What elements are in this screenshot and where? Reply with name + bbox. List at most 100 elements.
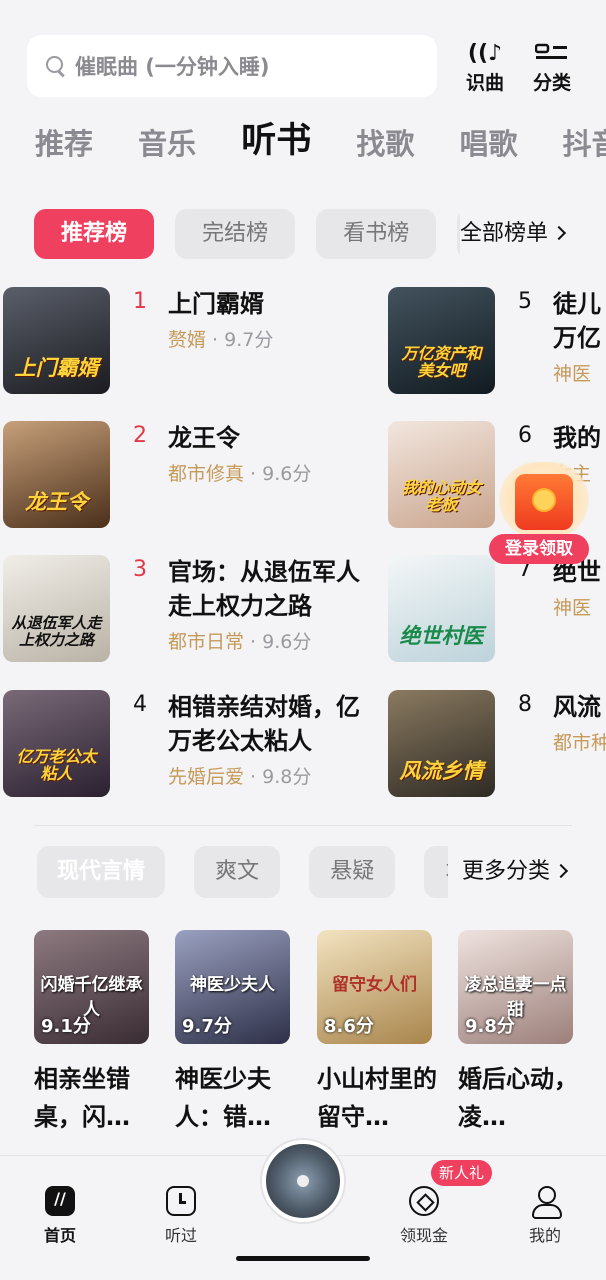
cover-text: 龙王令 [25, 489, 88, 514]
book-title: 相亲坐错桌，闪… [34, 1065, 130, 1131]
ranking-item-5[interactable]: 万亿资产和美女吧 5 徒儿万亿 神医 [388, 287, 606, 397]
all-rankings-label: 全部榜单 [460, 221, 549, 246]
book-score: 8.6分 [324, 1016, 374, 1037]
book-card-2[interactable]: 神医少夫人 9.7分 神医少夫人：错… [175, 930, 290, 1136]
category-button[interactable]: 分类 [522, 40, 582, 95]
identify-song-button[interactable]: ((♪ 识曲 [455, 40, 515, 95]
book-title: 我的 [553, 424, 601, 452]
genre-tag: 赘婿 [168, 329, 207, 351]
chip-cool-novel[interactable]: 爽文 [194, 846, 281, 898]
rank-number: 2 [133, 423, 147, 448]
book-card-3[interactable]: 留守女人们 8.6分 小山村里的留守… [317, 930, 437, 1136]
tab-douyin[interactable]: 抖音神 [563, 121, 606, 163]
nav-cash[interactable]: 领现金 [384, 1186, 464, 1246]
nav-mine[interactable]: 我的 [505, 1186, 585, 1246]
chip-suspense[interactable]: 悬疑 [309, 846, 396, 898]
book-title: 龙王令 [168, 424, 240, 452]
chip-modern-romance[interactable]: 现代言情 [37, 846, 166, 898]
book-cover: 龙王令 [3, 421, 110, 528]
ranking-item-3[interactable]: 从退伍军人走上权力之路 3 官场：从退伍军人走上权力之路 都市日常 · 9.6分 [3, 555, 360, 665]
book-title: 小山村里的留守… [317, 1065, 437, 1131]
user-icon [530, 1186, 562, 1219]
book-card-1[interactable]: 闪婚千亿继承人 9.1分 相亲坐错桌，闪… [34, 930, 149, 1136]
book-cover: 留守女人们 8.6分 [317, 930, 432, 1044]
disc-center [297, 1175, 309, 1187]
book-score: 9.8分 [465, 1016, 515, 1037]
book-cover: 闪婚千亿继承人 9.1分 [34, 930, 149, 1044]
cover-text: 从退伍军人走上权力之路 [11, 614, 102, 649]
book-title: 上门霸婿 [168, 290, 264, 318]
book-meta: 先婚后爱 · 9.8分 [168, 766, 312, 788]
book-cover: 亿万老公太粘人 [3, 690, 110, 797]
book-score: 9.6分 [262, 463, 312, 485]
book-title: 徒儿万亿 [553, 290, 601, 352]
all-rankings-link[interactable]: 全部榜单 [460, 209, 606, 259]
book-cover: 万亿资产和美女吧 [388, 287, 495, 394]
book-meta: 都市修真 · 9.6分 [168, 463, 312, 485]
chip-reading-rank[interactable]: 看书榜 [316, 209, 437, 259]
book-score: 9.8分 [262, 766, 312, 788]
cover-text: 神医少夫人 [190, 975, 275, 995]
chip-recommend-rank[interactable]: 推荐榜 [34, 209, 155, 259]
book-score: 9.1分 [41, 1016, 91, 1037]
book-cover: 神医少夫人 9.7分 [175, 930, 290, 1044]
nav-listened-label: 听过 [164, 1226, 197, 1245]
home-icon [45, 1186, 75, 1216]
tab-audiobook[interactable]: 听书 [241, 112, 311, 163]
search-bar[interactable]: 催眠曲 (一分钟入睡) [27, 35, 437, 97]
book-title: 婚后心动，凌… [458, 1065, 578, 1131]
genre-tag: 神医 [553, 597, 592, 619]
book-score: 9.7分 [224, 329, 274, 351]
book-meta: 赘婿 · 9.7分 [168, 329, 274, 351]
ranking-item-1[interactable]: 上门霸婿 1 上门霸婿 赘婿 · 9.7分 [3, 287, 303, 397]
book-title: 风流 [553, 693, 601, 721]
coin-icon [409, 1186, 439, 1216]
book-cover: 凌总追妻一点甜 9.8分 [458, 930, 573, 1044]
more-categories-label: 更多分类 [462, 859, 551, 884]
book-meta: 神医 [553, 593, 591, 620]
ranking-item-2[interactable]: 龙王令 2 龙王令 都市修真 · 9.6分 [3, 421, 311, 531]
book-cover: 风流乡情 [388, 690, 495, 797]
tab-music[interactable]: 音乐 [138, 121, 196, 163]
clock-icon [166, 1186, 196, 1216]
book-cover: 从退伍军人走上权力之路 [3, 555, 110, 662]
genre-tag: 都市日常 [168, 631, 245, 653]
now-playing-disc[interactable] [262, 1140, 344, 1222]
nav-home-label: 首页 [43, 1226, 76, 1245]
nav-mine-label: 我的 [528, 1226, 561, 1245]
tab-sing[interactable]: 唱歌 [459, 121, 517, 163]
book-title: 相错亲结对婚，亿万老公太粘人 [168, 693, 360, 755]
tab-find-song[interactable]: 找歌 [356, 121, 414, 163]
chip-completed-rank[interactable]: 完结榜 [175, 209, 296, 259]
nav-home[interactable]: 首页 [20, 1186, 100, 1246]
genre-tag: 神医 [553, 363, 592, 385]
book-title: 官场：从退伍军人走上权力之路 [168, 558, 360, 620]
category-label: 分类 [532, 72, 571, 94]
chevron-right-icon [551, 225, 567, 241]
ranking-item-7[interactable]: 绝世村医 7 绝世 神医 [388, 555, 606, 665]
book-title: 神医少夫人：错… [175, 1065, 271, 1131]
ranking-item-4[interactable]: 亿万老公太粘人 4 相错亲结对婚，亿万老公太粘人 先婚后爱 · 9.8分 [3, 690, 360, 800]
search-icon [45, 55, 67, 77]
section-divider [34, 825, 572, 826]
music-wave-icon: ((♪ [467, 40, 503, 66]
coin-icon [532, 488, 556, 512]
login-gift-widget[interactable]: 登录领取 [489, 462, 593, 564]
ranking-item-8[interactable]: 风流乡情 8 风流 都市种 [388, 690, 606, 800]
more-categories-link[interactable]: 更多分类 [448, 846, 606, 898]
book-card-4[interactable]: 凌总追妻一点甜 9.8分 婚后心动，凌… [458, 930, 578, 1136]
search-input[interactable]: 催眠曲 (一分钟入睡) [75, 51, 270, 81]
login-claim-button[interactable]: 登录领取 [489, 534, 589, 564]
rank-number: 8 [518, 692, 532, 717]
cover-text: 亿万老公太粘人 [16, 746, 97, 784]
cover-text: 绝世村医 [399, 623, 484, 648]
nav-cash-label: 领现金 [399, 1226, 448, 1245]
book-meta: 都市种 [553, 728, 606, 755]
genre-tag: 先婚后爱 [168, 766, 245, 788]
book-cover: 上门霸婿 [3, 287, 110, 394]
nav-listened[interactable]: 听过 [141, 1186, 221, 1246]
category-icon [522, 40, 582, 66]
rank-number: 6 [518, 423, 532, 448]
chevron-right-icon [553, 863, 569, 879]
tab-recommend[interactable]: 推荐 [35, 121, 93, 163]
